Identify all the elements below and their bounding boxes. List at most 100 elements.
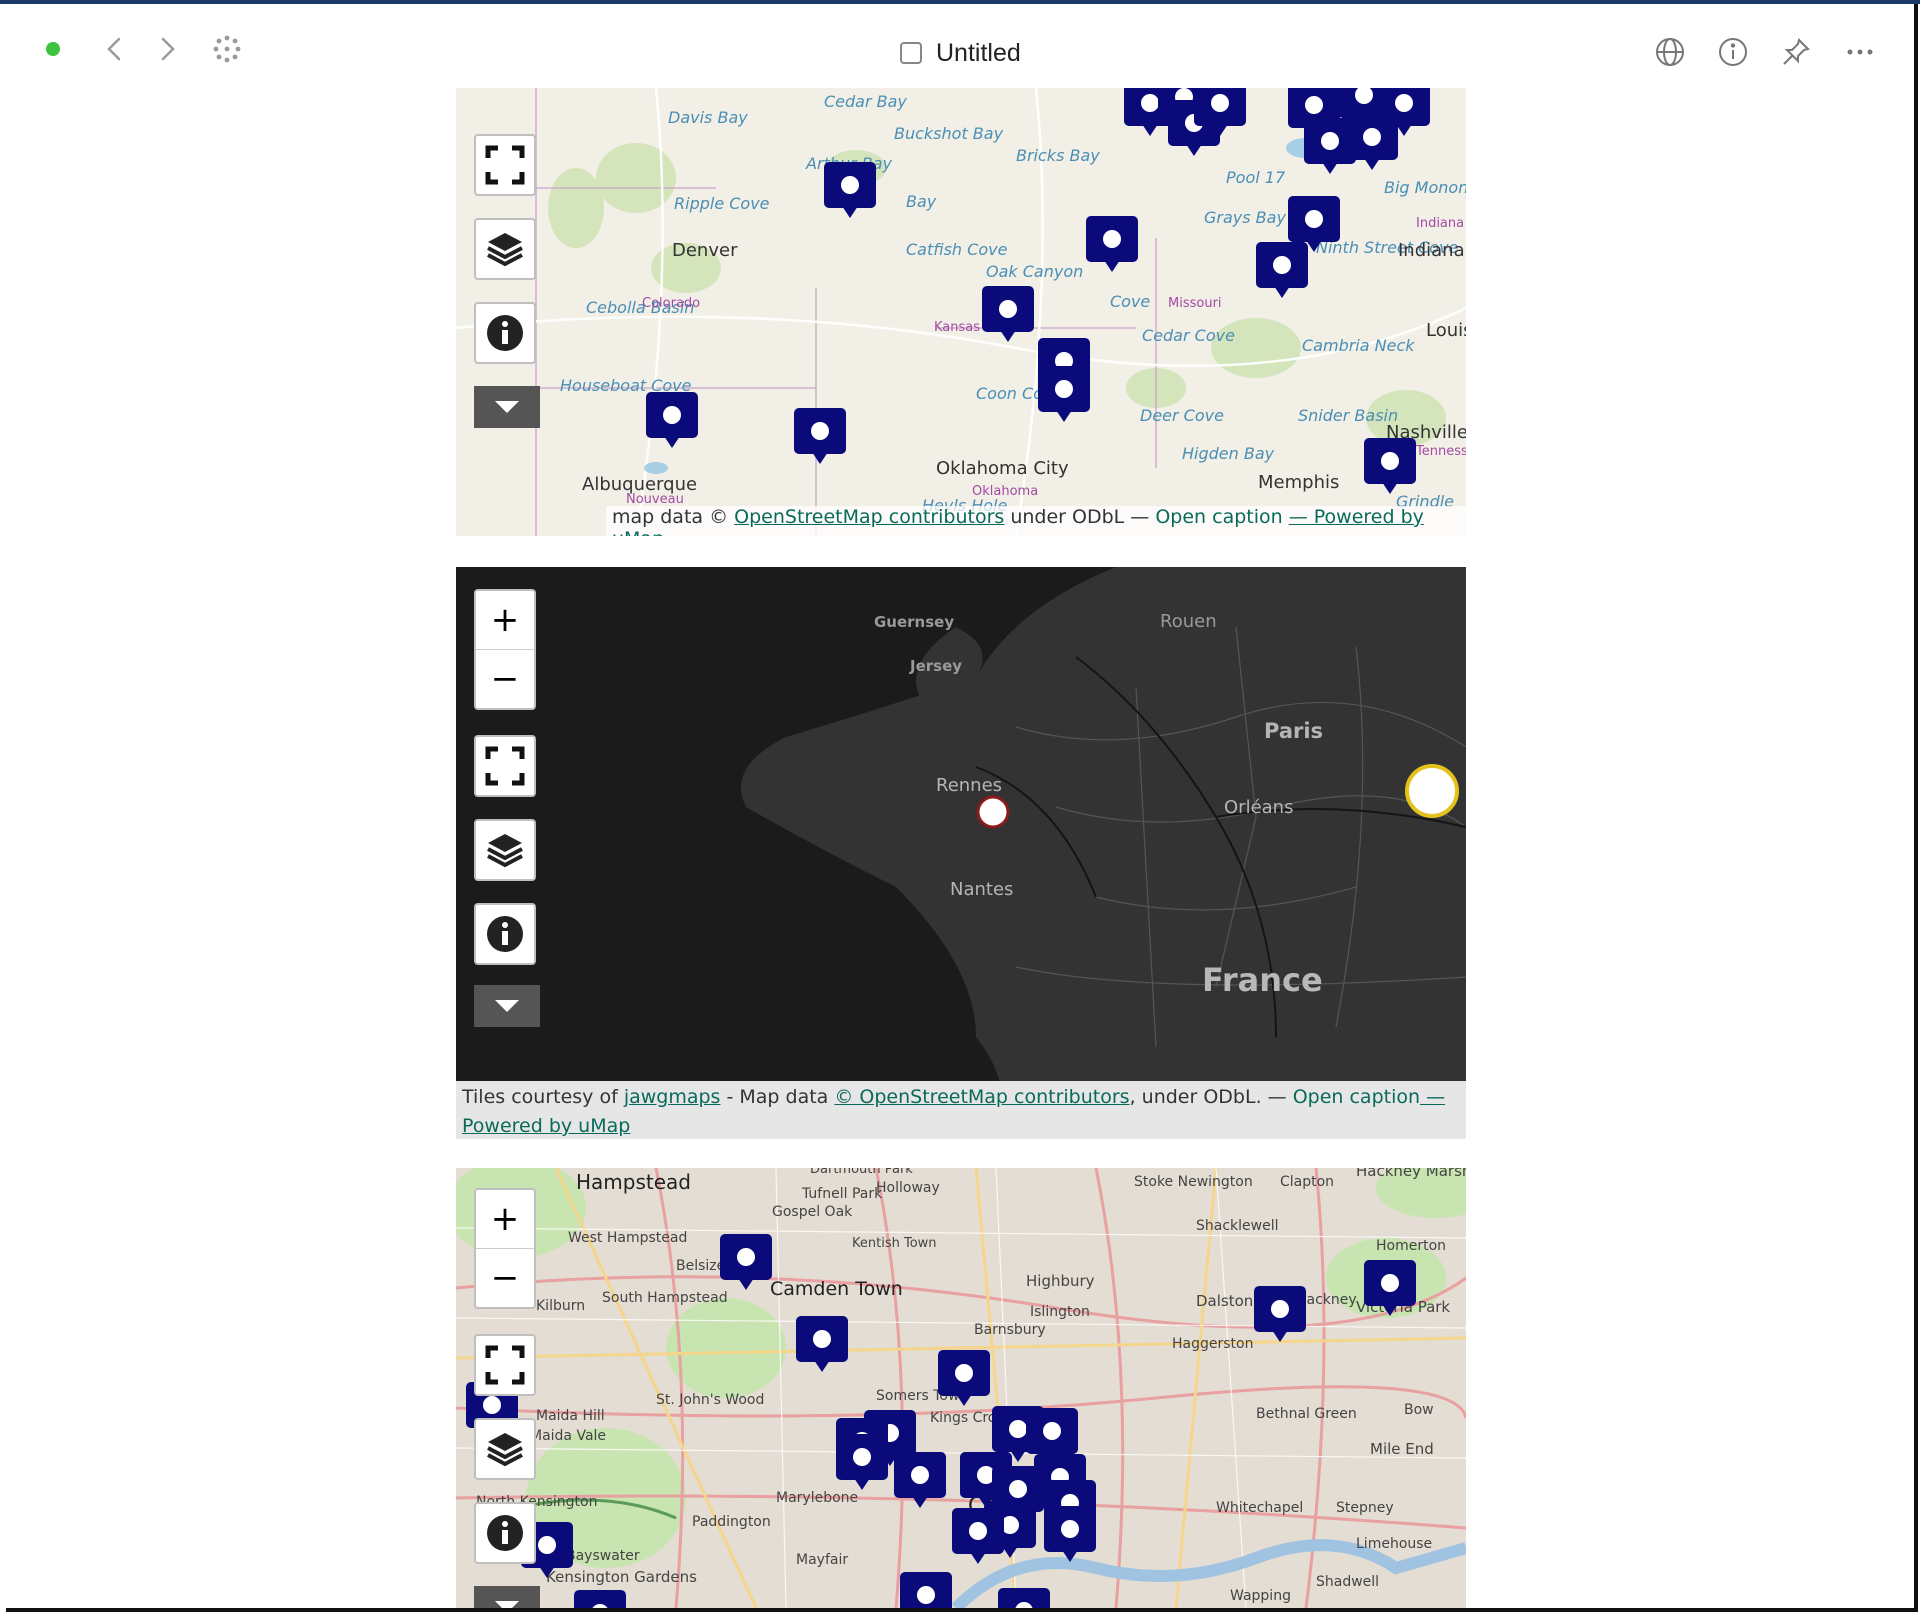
map-label: Rouen [1160,611,1217,632]
fullscreen-button[interactable] [476,136,534,194]
circle-marker-rennes[interactable] [976,795,1010,829]
more-controls-button[interactable] [474,1586,540,1608]
map-marker[interactable] [950,1506,1006,1568]
map-label: Limehouse [1356,1536,1433,1552]
map-label: Big Monon Bay [1384,178,1466,197]
map-label: Clapton [1280,1174,1335,1190]
map-label: Stoke Newington [1134,1174,1253,1190]
map-marker[interactable] [834,1432,890,1494]
map-marker[interactable] [1362,436,1418,498]
map-label: Shadwell [1316,1574,1380,1590]
circle-marker-east[interactable] [1404,763,1460,819]
layers-control[interactable] [474,218,536,280]
map-usa[interactable]: Davis Bay Cedar Bay Buckshot Bay Bricks … [456,88,1466,536]
pin-button[interactable] [1780,36,1812,68]
info-map-button[interactable] [476,1504,534,1562]
layers-button[interactable] [476,1420,534,1478]
apps-button[interactable] [212,34,242,64]
more-controls-button[interactable] [474,985,540,1027]
map-marker[interactable] [822,160,878,222]
map-marker[interactable] [1042,1504,1098,1566]
map-marker[interactable] [718,1232,774,1294]
map-label: Guernsey [874,613,955,631]
jawgmaps-link[interactable]: jawgmaps [624,1086,721,1108]
map-label: Paris [1264,719,1324,743]
map-marker[interactable] [996,1586,1052,1608]
zoom-control[interactable]: + − [474,1188,536,1309]
page-title-area[interactable]: Untitled [900,36,1021,70]
layers-button[interactable] [476,821,534,879]
map-marker[interactable] [1036,364,1092,426]
fullscreen-control[interactable] [474,134,536,196]
caret-down-icon [495,401,519,413]
map-marker[interactable] [1254,240,1310,302]
map-label: Maida Vale [530,1428,607,1444]
title-checkbox[interactable] [900,42,922,64]
layers-control[interactable] [474,1418,536,1480]
caret-down-icon [495,1601,519,1608]
info-button[interactable] [1717,36,1749,68]
info-icon [487,1515,523,1551]
map-label: Buckshot Bay [894,124,1004,143]
open-caption-link[interactable]: Open caption [1155,506,1282,528]
fullscreen-button[interactable] [476,737,534,795]
fullscreen-control[interactable] [474,1334,536,1396]
map-label: Nouveau [626,492,684,507]
map-marker[interactable] [794,1314,850,1376]
zoom-out-button[interactable]: − [476,649,534,708]
osm-link[interactable]: OpenStreetMap contributors [734,506,1004,528]
map-marker[interactable] [792,406,848,468]
info-map-button[interactable] [476,905,534,963]
map-marker[interactable] [898,1570,954,1608]
map-france[interactable]: Guernsey Jersey Rouen Paris Rennes Orléa… [456,567,1466,1139]
map-label: Orléans [1224,797,1294,818]
more-button[interactable] [1844,36,1876,68]
attribution-text: under ODbL — [1004,506,1156,528]
map-marker[interactable] [980,284,1036,346]
layers-control[interactable] [474,819,536,881]
map-marker[interactable] [892,1450,948,1512]
map-marker[interactable] [572,1588,628,1608]
back-button[interactable] [100,34,130,64]
zoom-out-button[interactable]: − [476,1248,534,1307]
powered-by-umap-link[interactable]: Powered by uMap [462,1115,630,1137]
map-label: South Hampstead [602,1290,728,1306]
layers-icon [487,1433,523,1467]
map-label: Davis Bay [668,108,748,127]
map-label: Missouri [1168,296,1222,311]
info-map-button[interactable] [476,304,534,362]
map-label: Hampstead [576,1170,691,1194]
map-label: Camden Town [770,1278,903,1300]
map-marker[interactable] [1344,112,1400,174]
globe-button[interactable] [1654,36,1686,68]
map-label: Paddington [692,1514,771,1530]
map-label: Bow [1404,1402,1434,1418]
powered-dash: — [1420,1086,1446,1108]
fullscreen-control[interactable] [474,735,536,797]
map-marker[interactable] [1084,214,1140,276]
map-label: Haggerston [1172,1336,1254,1352]
open-caption-link[interactable]: Open caption [1293,1086,1420,1108]
attribution-text: - Map data [720,1086,835,1108]
zoom-in-button[interactable]: + [476,1190,534,1248]
map-london[interactable]: Hampstead Dartmouth Park Tufnell Park Hollo… [456,1168,1466,1608]
more-controls-button[interactable] [474,386,540,428]
map-marker[interactable] [1192,88,1248,140]
map-marker[interactable] [936,1348,992,1410]
fullscreen-button[interactable] [476,1336,534,1394]
map-marker[interactable] [1252,1284,1308,1346]
map-label: Maida Hill [536,1408,605,1424]
forward-button[interactable] [152,34,182,64]
map-label: Mile End [1370,1440,1434,1458]
map-label: Oak Canyon [986,262,1084,281]
info-control[interactable] [474,1502,536,1564]
layers-button[interactable] [476,220,534,278]
osm-link[interactable]: © OpenStreetMap contributors [834,1086,1129,1108]
map-marker[interactable] [644,390,700,452]
map-marker[interactable] [1362,1258,1418,1320]
info-control[interactable] [474,302,536,364]
map-label: Ripple Cove [674,194,770,213]
info-control[interactable] [474,903,536,965]
zoom-in-button[interactable]: + [476,591,534,649]
zoom-control[interactable]: + − [474,589,536,710]
